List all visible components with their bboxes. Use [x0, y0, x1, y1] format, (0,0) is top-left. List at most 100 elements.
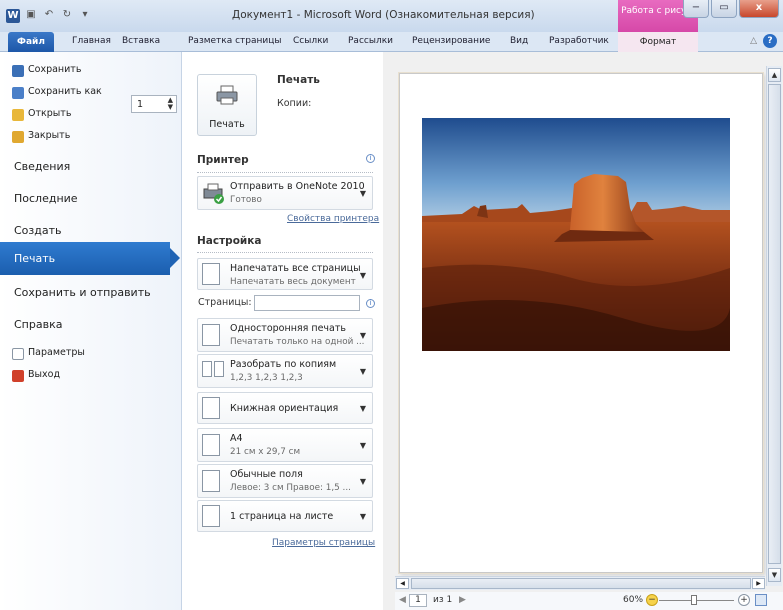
save-icon: [12, 65, 24, 77]
undo-icon[interactable]: ↶: [42, 8, 56, 22]
print-heading: Печать: [277, 74, 320, 86]
save-icon[interactable]: ▣: [24, 8, 38, 22]
scroll-down-icon[interactable]: ▼: [768, 568, 781, 582]
exit-icon: [12, 370, 24, 382]
settings-heading: Настройка: [197, 235, 262, 247]
paper-size-title: A4: [230, 433, 243, 444]
scroll-left-icon[interactable]: ◀: [396, 578, 409, 589]
copies-spinner[interactable]: 1 ▲ ▼: [131, 95, 177, 113]
preview-status-bar: ◀ 1 из 1 ▶ 60% − +: [395, 592, 783, 610]
nav-save-as[interactable]: Сохранить как: [28, 86, 102, 97]
redo-icon[interactable]: ↻: [60, 8, 74, 22]
pages-input[interactable]: [254, 295, 360, 311]
close-button[interactable]: x: [739, 0, 779, 18]
nav-exit[interactable]: Выход: [28, 369, 60, 380]
separator: [197, 252, 373, 253]
spinner-arrows-icon[interactable]: ▲ ▼: [168, 97, 173, 111]
tab-references[interactable]: Ссылки: [293, 36, 328, 46]
copies-label: Копии:: [277, 98, 312, 109]
window-controls: − ▭ x: [683, 0, 779, 18]
backstage-nav: Сохранить Сохранить как Открыть Закрыть …: [0, 52, 182, 610]
tab-developer[interactable]: Разработчик: [549, 36, 609, 46]
print-button[interactable]: Печать: [197, 74, 257, 136]
scroll-up-icon[interactable]: ▲: [768, 68, 781, 82]
save-as-icon: [12, 87, 24, 99]
nav-help[interactable]: Справка: [14, 318, 62, 331]
open-folder-icon: [12, 109, 24, 121]
tab-insert[interactable]: Вставка: [122, 36, 160, 46]
next-page-icon[interactable]: ▶: [459, 595, 466, 605]
chevron-down-icon: ▼: [359, 512, 366, 521]
printer-name: Отправить в OneNote 2010: [230, 181, 365, 192]
horizontal-scroll-thumb[interactable]: [411, 578, 751, 589]
collate-dropdown[interactable]: Разобрать по копиям 1,2,3 1,2,3 1,2,3 ▼: [197, 354, 373, 388]
nav-options[interactable]: Параметры: [28, 347, 85, 358]
word-app-icon[interactable]: W: [6, 9, 20, 23]
zoom-level[interactable]: 60%: [623, 595, 643, 605]
nav-close[interactable]: Закрыть: [28, 130, 70, 141]
collated-icon-2: [214, 361, 224, 377]
printer-info-icon[interactable]: i: [366, 154, 375, 163]
page-number-input[interactable]: 1: [409, 594, 427, 607]
prev-page-icon[interactable]: ◀: [399, 595, 406, 605]
margins-subtitle: Левое: 3 см Правое: 1,5 ...: [230, 483, 351, 493]
zoom-to-page-icon[interactable]: [755, 594, 767, 606]
margins-dropdown[interactable]: Обычные поля Левое: 3 см Правое: 1,5 ...…: [197, 464, 373, 498]
pages-info-icon[interactable]: i: [366, 299, 375, 308]
tab-home[interactable]: Главная: [72, 36, 111, 46]
printer-dropdown[interactable]: Отправить в OneNote 2010 Готово ▼: [197, 176, 373, 210]
nav-save[interactable]: Сохранить: [28, 64, 81, 75]
ribbon-help-area: △ ?: [750, 34, 777, 48]
separator: [197, 172, 373, 173]
tab-view[interactable]: Вид: [510, 36, 528, 46]
nav-print[interactable]: Печать: [0, 242, 180, 275]
sides-dropdown[interactable]: Односторонняя печать Печатать только на …: [197, 318, 373, 352]
tab-page-layout[interactable]: Разметка страницы: [188, 36, 282, 46]
orientation-dropdown[interactable]: Книжная ориентация ▼: [197, 392, 373, 424]
paper-size-dropdown[interactable]: A4 21 см x 29,7 см ▼: [197, 428, 373, 462]
zoom-slider-thumb[interactable]: [691, 595, 697, 605]
nav-open[interactable]: Открыть: [28, 108, 71, 119]
minimize-button[interactable]: −: [683, 0, 709, 18]
vertical-scrollbar[interactable]: ▲ ▼: [766, 66, 782, 586]
tab-file[interactable]: Файл: [8, 32, 54, 52]
print-range-subtitle: Напечатать весь документ: [230, 277, 356, 287]
print-range-dropdown[interactable]: Напечатать все страницы Напечатать весь …: [197, 258, 373, 290]
collate-title: Разобрать по копиям: [230, 359, 337, 370]
chevron-down-icon: ▼: [359, 477, 366, 486]
margins-icon: [202, 470, 220, 492]
paper-size-icon: [202, 434, 220, 456]
tab-format[interactable]: Формат: [618, 32, 698, 52]
pages-label: Страницы:: [198, 297, 252, 308]
pages-per-sheet-dropdown[interactable]: 1 страница на листе ▼: [197, 500, 373, 532]
window-title: Документ1 - Microsoft Word (Ознакомитель…: [232, 9, 535, 21]
printer-heading: Принтер: [197, 154, 249, 166]
portrait-icon: [202, 397, 220, 419]
tab-review[interactable]: Рецензирование: [412, 36, 490, 46]
scroll-right-icon[interactable]: ▶: [752, 578, 765, 589]
page-setup-link[interactable]: Параметры страницы: [272, 538, 375, 548]
nav-print-label: Печать: [14, 252, 56, 265]
print-button-label: Печать: [209, 119, 245, 130]
zoom-in-icon[interactable]: +: [738, 594, 750, 606]
printer-device-icon: [203, 183, 224, 204]
chevron-down-icon: ▼: [359, 441, 366, 450]
minimize-ribbon-icon[interactable]: △: [750, 36, 757, 46]
vertical-scroll-thumb[interactable]: [768, 84, 781, 564]
customize-qat-icon[interactable]: ▾: [78, 8, 92, 22]
horizontal-scrollbar[interactable]: ◀ ▶: [395, 576, 765, 590]
maximize-button[interactable]: ▭: [711, 0, 737, 18]
print-range-title: Напечатать все страницы: [230, 263, 361, 274]
nav-recent[interactable]: Последние: [14, 192, 78, 205]
printer-properties-link[interactable]: Свойства принтера: [287, 214, 379, 224]
tab-mailings[interactable]: Рассылки: [348, 36, 393, 46]
nav-save-send[interactable]: Сохранить и отправить: [14, 286, 151, 299]
help-icon[interactable]: ?: [763, 34, 777, 48]
zoom-out-icon[interactable]: −: [646, 594, 658, 606]
nav-info[interactable]: Сведения: [14, 160, 70, 173]
printer-status: Готово: [230, 195, 262, 205]
chevron-down-icon: ▼: [359, 404, 366, 413]
nav-new[interactable]: Создать: [14, 224, 62, 237]
copies-value: 1: [137, 99, 144, 110]
pages-per-sheet-title: 1 страница на листе: [230, 511, 334, 522]
